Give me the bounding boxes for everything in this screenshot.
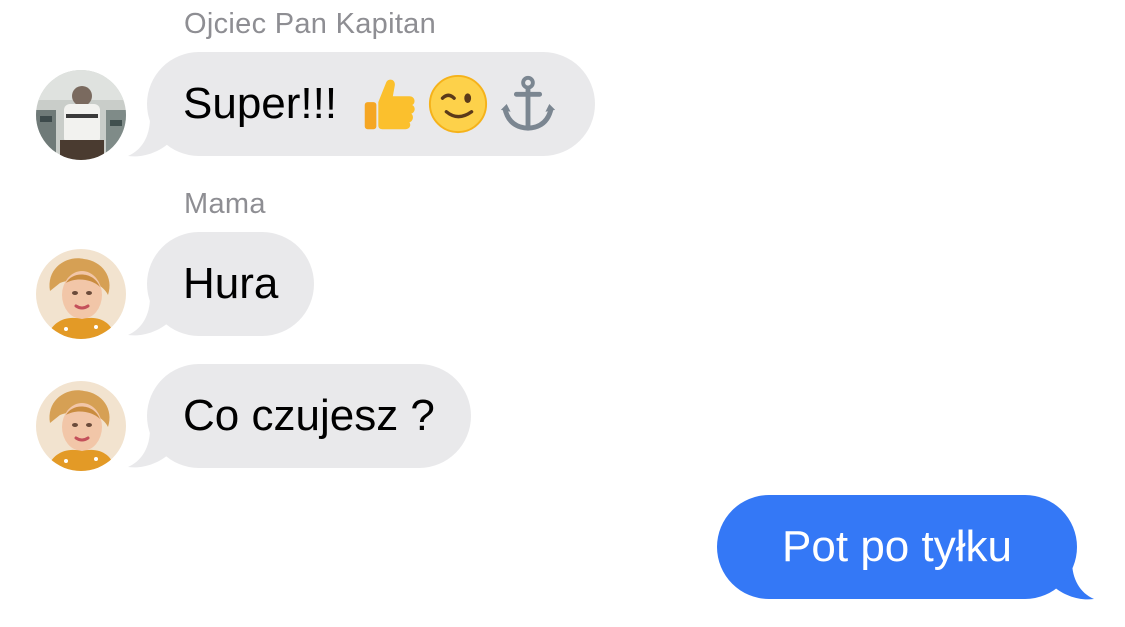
message-text: Co czujesz ? bbox=[183, 391, 435, 440]
message-bubble[interactable]: Hura bbox=[147, 232, 315, 336]
thumbs-up-icon bbox=[357, 73, 419, 135]
message-bubble[interactable]: Super!!! bbox=[147, 52, 596, 156]
message-text: Pot po tyłku bbox=[782, 522, 1012, 571]
anchor-icon bbox=[497, 73, 559, 135]
captain-avatar-image bbox=[36, 70, 126, 160]
captain-avatar[interactable] bbox=[36, 70, 126, 160]
message-bubble[interactable]: Co czujesz ? bbox=[147, 364, 471, 468]
message-text: Super!!! bbox=[183, 79, 338, 128]
mama-avatar[interactable] bbox=[36, 381, 126, 471]
mama-avatar-image bbox=[36, 249, 126, 339]
winking-face-icon bbox=[427, 73, 489, 135]
message-text: Hura bbox=[183, 259, 279, 308]
mama-avatar[interactable] bbox=[36, 249, 126, 339]
sender-name: Ojciec Pan Kapitan bbox=[184, 8, 437, 40]
mama-avatar-image bbox=[36, 381, 126, 471]
message-bubble[interactable]: Pot po tyłku bbox=[717, 495, 1077, 599]
sender-name: Mama bbox=[184, 188, 266, 220]
